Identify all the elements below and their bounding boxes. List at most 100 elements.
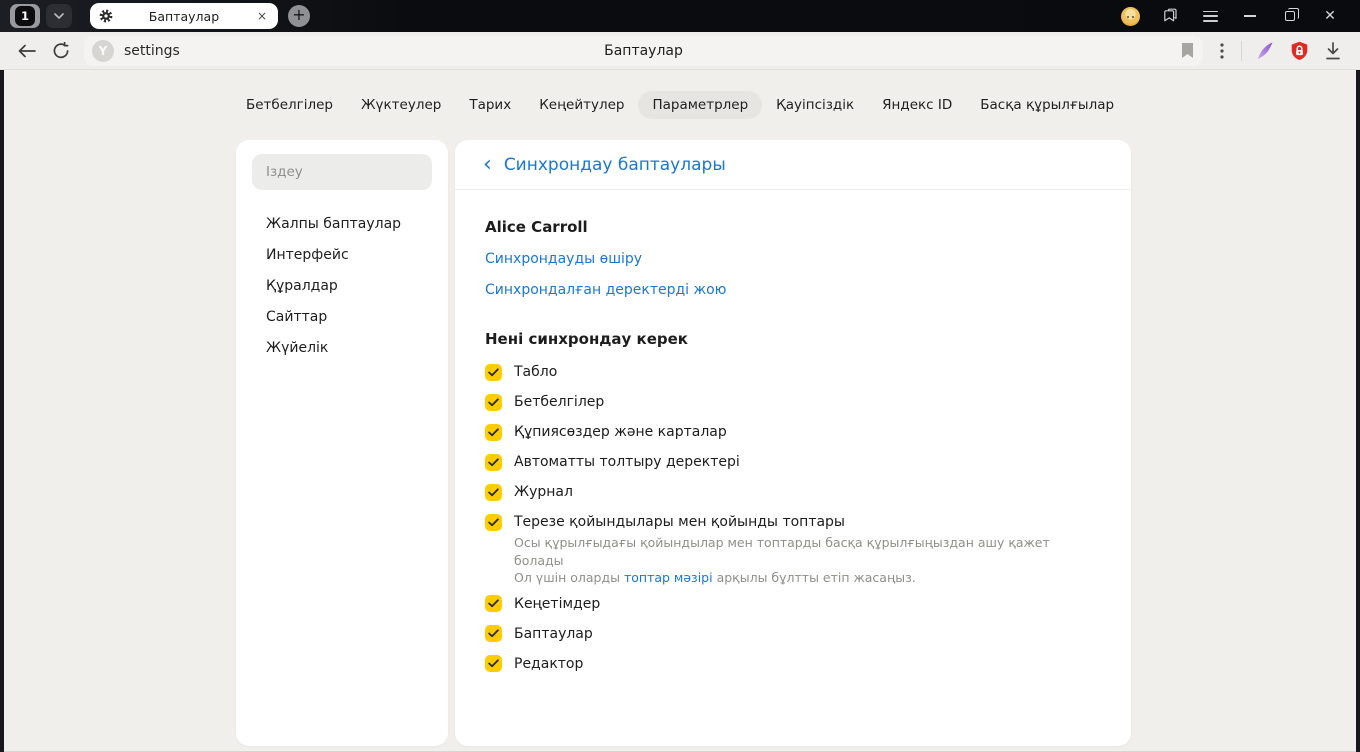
settings-page: Бетбелгілер Жүктеулер Тарих Кеңейтулер П… bbox=[0, 70, 1360, 751]
maximize-restore-button[interactable] bbox=[1270, 0, 1310, 32]
download-icon bbox=[1326, 41, 1340, 59]
sync-label: Кеңетімдер bbox=[514, 595, 601, 612]
back-chevron-icon[interactable]: ‹ bbox=[483, 153, 492, 176]
disable-sync-link[interactable]: Синхрондауды өшіру bbox=[485, 251, 642, 267]
checkbox-bookmarks[interactable] bbox=[485, 393, 502, 411]
sync-row-autofill: Автоматты толтыру деректері bbox=[485, 453, 1101, 471]
address-bar[interactable]: Y settings Баптаулар bbox=[84, 35, 1203, 66]
sync-row-editor: Редактор bbox=[485, 655, 1101, 673]
tab-close-icon[interactable]: × bbox=[255, 10, 269, 22]
address-input[interactable]: settings bbox=[124, 43, 180, 59]
nav-tab-yandex-id[interactable]: Яндекс ID bbox=[868, 91, 966, 119]
downloads-button[interactable] bbox=[1316, 36, 1350, 66]
sync-row-history: Журнал bbox=[485, 483, 1101, 501]
password-manager-button[interactable] bbox=[1282, 36, 1316, 66]
sync-row-tabs-groups: Терезе қойындылары мен қойынды топтары bbox=[485, 513, 1101, 531]
checkbox-history[interactable] bbox=[485, 483, 502, 501]
sidebar-list: Жалпы баптаулар Интерфейс Құралдар Сайтт… bbox=[252, 216, 432, 356]
browser-menu-button[interactable] bbox=[1190, 0, 1230, 32]
gear-icon bbox=[99, 9, 113, 23]
bookmark-page-button[interactable] bbox=[1180, 42, 1195, 59]
settings-nav-tabs: Бетбелгілер Жүктеулер Тарих Кеңейтулер П… bbox=[4, 91, 1356, 119]
checkbox-passwords[interactable] bbox=[485, 423, 502, 441]
checkmark-icon bbox=[488, 659, 499, 668]
delete-synced-data-link[interactable]: Синхрондалған деректерді жою bbox=[485, 282, 726, 298]
minimize-icon bbox=[1244, 15, 1256, 17]
nav-tab-security[interactable]: Қауіпсіздік bbox=[762, 91, 868, 119]
checkbox-tableau[interactable] bbox=[485, 363, 502, 381]
bookmark-icon bbox=[1182, 43, 1193, 58]
sync-items-section-title: Нені синхрондау керек bbox=[485, 330, 688, 348]
tab-counter-value: 1 bbox=[15, 6, 35, 26]
browser-toolbar: Y settings Баптаулар bbox=[0, 32, 1360, 70]
sidebar-item-interface[interactable]: Интерфейс bbox=[266, 247, 432, 263]
checkmark-icon bbox=[488, 457, 499, 466]
sidebar-item-system[interactable]: Жүйелік bbox=[266, 340, 432, 356]
nav-tab-other-devices[interactable]: Басқа құрылғылар bbox=[966, 91, 1128, 119]
browser-tab[interactable]: Баптаулар × bbox=[90, 3, 278, 29]
toolbar-divider bbox=[1241, 40, 1242, 61]
account-name: Alice Carroll bbox=[485, 218, 588, 236]
checkbox-editor[interactable] bbox=[485, 655, 502, 672]
checkbox-tabs-groups[interactable] bbox=[485, 513, 502, 531]
checkmark-icon bbox=[488, 367, 499, 376]
nav-tab-bookmarks[interactable]: Бетбелгілер bbox=[232, 91, 347, 119]
sidebar-item-tools[interactable]: Құралдар bbox=[266, 278, 432, 294]
checkmark-icon bbox=[488, 427, 499, 436]
minimize-button[interactable] bbox=[1230, 0, 1270, 32]
checkmark-icon bbox=[488, 397, 499, 406]
reload-icon bbox=[53, 41, 69, 58]
back-button[interactable] bbox=[10, 36, 44, 66]
description-line2-pre: Ол үшін оларды bbox=[514, 570, 624, 585]
password-shield-icon bbox=[1291, 41, 1307, 60]
sidebar-item-general[interactable]: Жалпы баптаулар bbox=[266, 216, 432, 232]
checkbox-settings[interactable] bbox=[485, 625, 502, 642]
profile-avatar-button[interactable] bbox=[1110, 0, 1150, 32]
checkmark-icon bbox=[488, 517, 499, 526]
chevron-down-icon bbox=[54, 13, 64, 19]
tab-counter-button[interactable]: 1 bbox=[10, 4, 40, 28]
checkmark-icon bbox=[488, 487, 499, 496]
close-window-button[interactable]: ✕ bbox=[1310, 0, 1350, 32]
sync-label: Құпиясөздер және карталар bbox=[514, 424, 727, 440]
quill-extension-button[interactable] bbox=[1248, 36, 1282, 66]
collections-button[interactable] bbox=[1150, 0, 1190, 32]
settings-sidebar: Жалпы баптаулар Интерфейс Құралдар Сайтт… bbox=[236, 140, 448, 746]
sync-settings-body: Alice Carroll Синхрондауды өшіру Синхрон… bbox=[455, 190, 1131, 713]
sync-label: Табло bbox=[514, 364, 558, 380]
reload-button[interactable] bbox=[44, 36, 78, 66]
sync-settings-title[interactable]: Синхрондау баптаулары bbox=[504, 155, 726, 175]
sync-row-bookmarks: Бетбелгілер bbox=[485, 393, 1101, 411]
tab-list-chevron-button[interactable] bbox=[46, 4, 72, 28]
checkmark-icon bbox=[488, 599, 499, 608]
sync-label: Редактор bbox=[514, 655, 584, 672]
sync-label: Бетбелгілер bbox=[514, 394, 605, 410]
collections-bookmark-icon bbox=[1164, 8, 1177, 22]
nav-tab-settings[interactable]: Параметрлер bbox=[638, 91, 763, 119]
sync-settings-panel: ‹ Синхрондау баптаулары Alice Carroll Си… bbox=[455, 140, 1131, 746]
sync-label: Баптаулар bbox=[514, 625, 593, 642]
quill-icon bbox=[1258, 42, 1273, 59]
page-title: Баптаулар bbox=[604, 42, 683, 59]
restore-icon bbox=[1285, 8, 1299, 21]
sidebar-item-sites[interactable]: Сайттар bbox=[266, 309, 432, 325]
nav-tab-extensions[interactable]: Кеңейтулер bbox=[525, 91, 638, 119]
nav-tab-history[interactable]: Тарих bbox=[455, 91, 525, 119]
back-arrow-icon bbox=[18, 44, 36, 57]
search-input[interactable] bbox=[252, 154, 432, 190]
sync-row-extensions: Кеңетімдер bbox=[485, 595, 1101, 613]
new-tab-button[interactable]: + bbox=[288, 5, 310, 27]
avatar bbox=[1120, 6, 1140, 26]
checkbox-extensions[interactable] bbox=[485, 595, 502, 612]
protect-badge-icon[interactable]: Y bbox=[92, 39, 114, 62]
tab-groups-menu-link[interactable]: топтар мәзірі bbox=[624, 570, 713, 585]
description-line1: Осы құрылғыдағы қойындылар мен топтарды … bbox=[514, 535, 1050, 568]
sync-label: Терезе қойындылары мен қойынды топтары bbox=[514, 514, 845, 530]
nav-tab-downloads[interactable]: Жүктеулер bbox=[347, 91, 455, 119]
sync-row-tableau: Табло bbox=[485, 363, 1101, 381]
checkbox-autofill[interactable] bbox=[485, 453, 502, 471]
sync-label: Автоматты толтыру деректері bbox=[514, 454, 740, 470]
sync-row-settings: Баптаулар bbox=[485, 625, 1101, 643]
sync-tabs-description: Осы құрылғыдағы қойындылар мен топтарды … bbox=[514, 534, 1101, 587]
toolbar-kebab-menu-button[interactable] bbox=[1209, 36, 1235, 66]
